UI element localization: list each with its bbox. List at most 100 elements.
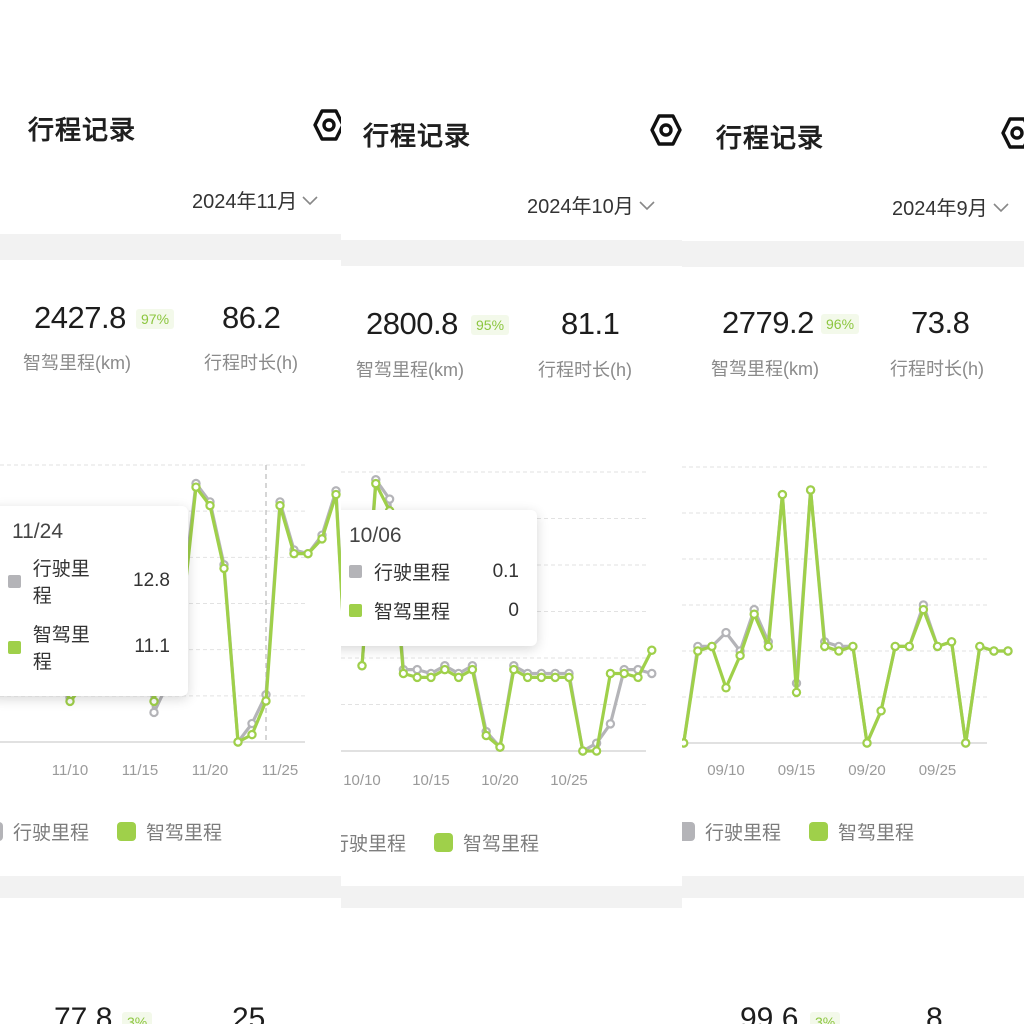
section-divider (341, 886, 682, 908)
driving-data-point (384, 494, 395, 504)
legend-label: 智驾里程 (463, 834, 540, 855)
legend-label: 智驾里程 (838, 823, 915, 844)
smart-data-point (777, 489, 788, 500)
x-tick-label: 09/20 (848, 762, 886, 779)
smart-data-point (961, 738, 971, 748)
smart-data-point (275, 500, 285, 511)
smart-data-point (453, 672, 464, 683)
tooltip-value: 11.1 (134, 636, 170, 657)
smart-data-point (65, 696, 75, 707)
smart-data-point (989, 646, 999, 656)
smart-data-point (834, 646, 844, 656)
smart-swatch (8, 640, 21, 654)
smart-data-point (509, 664, 519, 675)
smart-data-point (633, 672, 643, 683)
trip-chart-september[interactable]: 09/10 09/15 09/20 09/25 (682, 0, 1024, 800)
smart-data-point (357, 661, 367, 671)
x-tick-label: 10/10 (343, 772, 381, 789)
smart-swatch (809, 822, 829, 841)
driving-swatch (682, 822, 695, 841)
smart-data-point (1003, 646, 1013, 656)
tooltip-row-smart: 智驾里程 11.1 (8, 620, 170, 674)
legend-item-driving[interactable]: 行驶里程 (0, 818, 89, 845)
smart-data-point (564, 672, 574, 683)
x-tick-label: 09/25 (919, 762, 957, 779)
x-tick-label: 09/15 (778, 762, 816, 779)
screenshot-collage: { "panels": [ { "title": "行程记录", "month"… (0, 0, 1024, 1024)
driving-data-point (647, 668, 657, 679)
driving-data-point (149, 707, 159, 718)
smart-data-point (426, 672, 436, 683)
smart-data-point (735, 650, 745, 661)
smart-data-point (904, 641, 914, 652)
smart-data-point (550, 672, 560, 683)
smart-data-point (289, 548, 299, 559)
smart-data-point (495, 742, 505, 752)
smart-data-point (791, 687, 802, 698)
smart-data-point (932, 641, 943, 652)
smart-data-point (707, 641, 717, 652)
tooltip-date: 11/24 (12, 520, 63, 543)
driving-swatch (0, 822, 3, 841)
x-tick-label: 11/10 (52, 762, 88, 779)
chart-legend: 行驶里程 智驾里程 (0, 818, 250, 845)
smart-data-point (693, 646, 703, 656)
legend-label: 行驶里程 (705, 823, 782, 844)
smart-data-point (481, 730, 491, 741)
smart-data-point (371, 478, 381, 489)
smart-data-point (619, 668, 629, 679)
bottom-percent-badge: 3% (122, 1012, 153, 1024)
x-tick-label: 09/10 (707, 762, 745, 779)
bottom-value: 99.6 (740, 1002, 799, 1024)
driving-swatch (349, 565, 362, 578)
legend-item-driving[interactable]: 行驶里程 (341, 829, 406, 856)
legend-item-driving[interactable]: 行驶里程 (682, 818, 781, 845)
panel-september: 行程记录 2024年9月 2779.2 96% 智驾里程(km) 73.8 行程… (682, 0, 1024, 1024)
tooltip-label: 智驾里程 (374, 602, 451, 623)
tooltip-value: 0 (508, 599, 519, 621)
panel-october: 行程记录 2024年10月 2800.8 95% 智驾里程(km) 81.1 行… (341, 0, 682, 1024)
smart-data-point (749, 609, 759, 619)
bottom-value-2: 25 (232, 1002, 266, 1024)
smart-data-point (876, 706, 886, 716)
smart-swatch (349, 604, 362, 617)
smart-data-point (605, 668, 616, 679)
x-tick-label: 11/20 (192, 762, 228, 779)
smart-swatch (434, 833, 454, 852)
smart-data-point (763, 641, 774, 652)
smart-data-point (331, 489, 341, 500)
smart-data-point (890, 641, 900, 652)
legend-label: 智驾里程 (146, 823, 223, 844)
smart-swatch (117, 822, 137, 841)
bottom-value-2: 8 (926, 1002, 943, 1024)
legend-item-smart[interactable]: 智驾里程 (117, 818, 222, 845)
tooltip-date: 10/06 (349, 524, 402, 547)
bottom-value: 77.8 (54, 1002, 113, 1024)
smart-data-point (647, 645, 657, 655)
driving-swatch (8, 574, 21, 588)
tooltip-row-smart: 智驾里程 0 (349, 597, 519, 624)
smart-data-point (975, 641, 985, 652)
smart-data-point (191, 482, 201, 492)
driving-data-point (412, 664, 422, 675)
smart-data-point (233, 737, 243, 747)
driving-data-point (721, 627, 731, 638)
smart-data-point (819, 641, 830, 652)
bottom-percent-badge: 3% (810, 1012, 841, 1024)
smart-data-point (591, 746, 602, 756)
smart-data-point (721, 683, 731, 693)
trip-chart-october[interactable]: 10/10 10/15 10/20 10/25 (341, 0, 682, 800)
legend-item-smart[interactable]: 智驾里程 (809, 818, 914, 845)
x-tick-label: 10/25 (550, 772, 588, 789)
smart-data-point (205, 500, 215, 511)
legend-label: 行驶里程 (341, 834, 407, 855)
panel-november: 行程记录 2024年11月 2427.8 97% 智驾里程(km) 86.2 行… (0, 0, 341, 1024)
smart-data-point (261, 696, 271, 706)
section-divider (0, 876, 341, 898)
legend-item-smart[interactable]: 智驾里程 (434, 829, 539, 856)
chart-tooltip: 10/06 行驶里程 0.1 智驾里程 0 (341, 510, 537, 646)
smart-data-point (149, 696, 159, 707)
chart-tooltip: 11/24 行驶里程 12.8 智驾里程 11.1 (0, 506, 188, 696)
smart-data-point (219, 563, 229, 574)
x-tick-label: 11/25 (262, 762, 298, 779)
